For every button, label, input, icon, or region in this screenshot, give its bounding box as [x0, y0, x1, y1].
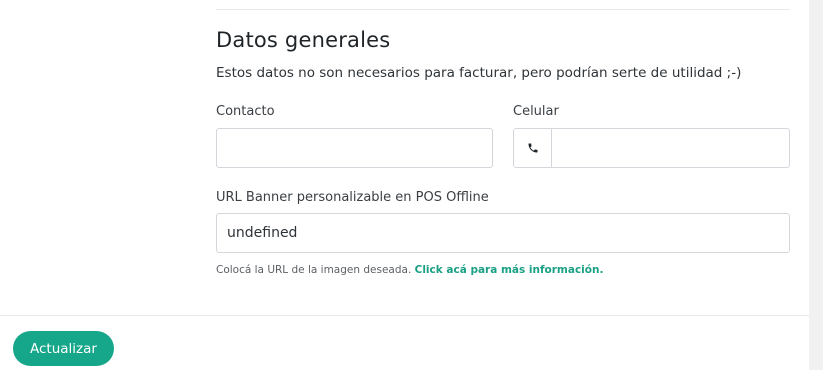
- help-text: Colocá la URL de la imagen deseada.: [216, 264, 412, 276]
- banner-help-text: Colocá la URL de la imagen deseada. Clic…: [216, 264, 603, 276]
- update-button[interactable]: Actualizar: [13, 331, 114, 366]
- contact-input[interactable]: [217, 129, 492, 167]
- banner-url-field-wrapper: [216, 213, 790, 253]
- banner-url-label: URL Banner personalizable en POS Offline: [216, 190, 489, 205]
- contact-label: Contacto: [216, 104, 275, 119]
- mobile-input[interactable]: [552, 129, 789, 167]
- banner-url-input[interactable]: [217, 214, 789, 252]
- mobile-label: Celular: [513, 104, 559, 119]
- phone-icon: [514, 129, 552, 167]
- mobile-input-group: [513, 128, 790, 168]
- footer-divider: [0, 315, 809, 316]
- section-title: Datos generales: [216, 28, 391, 52]
- contact-field-wrapper: [216, 128, 493, 168]
- section-description: Estos datos no son necesarios para factu…: [216, 65, 742, 81]
- more-info-link[interactable]: Click acá para más información.: [415, 264, 604, 276]
- scrollbar-track[interactable]: [809, 0, 823, 370]
- section-divider: [216, 9, 790, 10]
